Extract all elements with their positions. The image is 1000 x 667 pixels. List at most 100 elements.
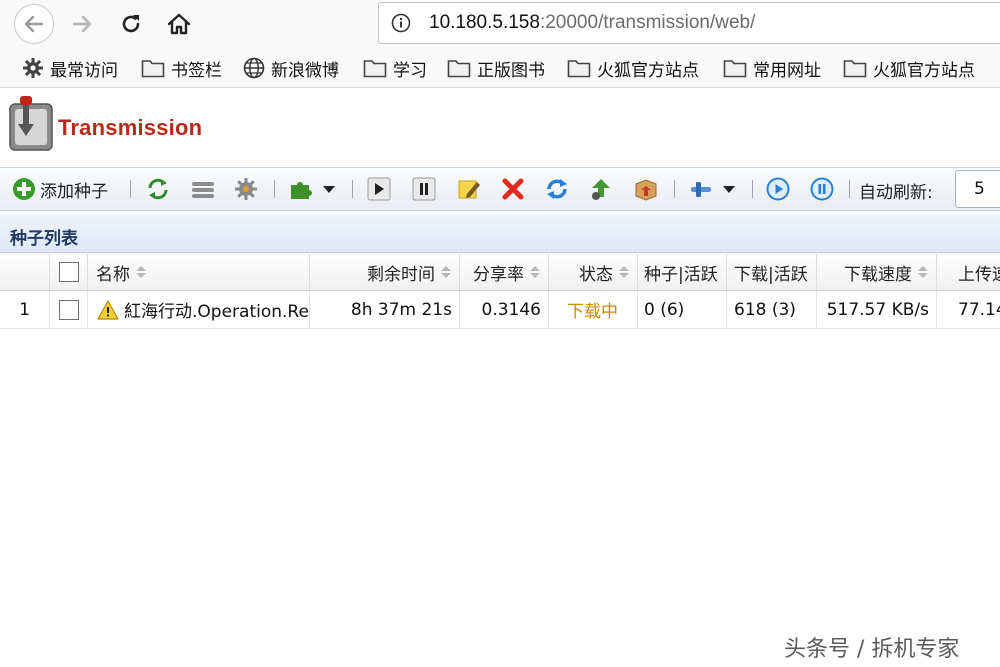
column-select — [50, 254, 88, 290]
bookmark-folder-firefox-sites[interactable]: 火狐官方站点 — [567, 56, 699, 81]
column-header-label: 种子|活跃 — [644, 264, 718, 285]
bookmark-folder-books[interactable]: 正版图书 — [447, 56, 545, 81]
pause-button[interactable] — [412, 177, 436, 201]
torrent-name: 紅海行动.Operation.Red.Sea — [124, 302, 309, 322]
sort-icon — [619, 266, 629, 278]
peers-count: 618 (3) — [727, 291, 817, 328]
column-header-up-speed[interactable]: 上传速 — [937, 254, 1000, 290]
sync-icon — [547, 179, 567, 199]
bookmark-label: 书签栏 — [171, 60, 222, 81]
move-data-button[interactable] — [634, 177, 658, 201]
upload-speed: 77.14 — [958, 299, 1000, 320]
start-all-button[interactable] — [766, 177, 790, 201]
share-ratio: 0.3146 — [460, 291, 549, 328]
puzzle-icon — [291, 182, 312, 199]
verify-button[interactable] — [545, 177, 569, 201]
sort-icon — [918, 266, 928, 278]
torrent-list-header: 种子列表 — [0, 215, 1000, 253]
toolbar-separator — [274, 180, 275, 198]
column-header-status[interactable]: 状态 — [549, 254, 638, 290]
seeds-count: 0 (6) — [638, 291, 727, 328]
column-header-label: 上传速 — [958, 264, 1000, 285]
bookmark-most-visited[interactable]: 最常访问 — [22, 56, 118, 81]
edit-icon — [458, 180, 480, 199]
watermark: 头条号 / 拆机专家 — [784, 637, 960, 662]
pause-icon — [412, 177, 436, 201]
download-speed: 517.57 KB/s — [817, 291, 937, 328]
column-header-peers[interactable]: 下载|活跃 — [727, 254, 817, 290]
column-header-label: 下载|活跃 — [734, 264, 808, 285]
bookmark-folder-study[interactable]: 学习 — [363, 56, 427, 81]
queue-button[interactable] — [190, 177, 216, 201]
bookmark-folder-common-urls[interactable]: 常用网址 — [723, 56, 821, 81]
play-circle-icon — [766, 177, 790, 201]
bookmark-label: 常用网址 — [753, 60, 821, 81]
url-path: :20000/transmission/web/ — [539, 12, 756, 33]
sort-icon — [441, 266, 451, 278]
auto-refresh-label: 自动刷新: — [859, 183, 933, 203]
forward-button[interactable] — [63, 5, 101, 43]
column-header-seeds[interactable]: 种子|活跃 — [638, 254, 727, 290]
table-row[interactable]: 1 紅海行动.Operation.Red.Sea 8h 37m 21s 0.31… — [0, 291, 1000, 329]
column-header-down-speed[interactable]: 下载速度 — [817, 254, 937, 290]
plugins-menu-button[interactable] — [288, 177, 336, 201]
gear-icon — [23, 58, 43, 78]
plus-icon — [13, 178, 35, 200]
info-icon[interactable] — [391, 13, 411, 33]
status-cell: 下载中 — [549, 291, 638, 328]
home-button[interactable] — [160, 5, 198, 43]
torrent-list-title: 种子列表 — [10, 229, 78, 249]
pause-circle-icon — [810, 177, 834, 201]
rename-button[interactable] — [457, 177, 481, 201]
reload-icon — [122, 15, 140, 33]
bookmark-sina-weibo[interactable]: 新浪微博 — [243, 56, 339, 81]
bookmark-label: 最常访问 — [50, 60, 118, 81]
settings-button[interactable] — [234, 177, 258, 201]
play-icon — [367, 177, 391, 201]
arrow-right-icon — [72, 15, 92, 33]
status-text: 下载中 — [567, 302, 618, 322]
bookmarks-bar: 最常访问 书签栏 新浪微博 学习 正版图书 火狐官方站点 常用网址 火狐官方站点 — [0, 48, 1000, 88]
url-host: 10.180.5.158 — [429, 12, 540, 33]
url-text: 10.180.5.158:20000/transmission/web/ — [429, 12, 755, 34]
start-button[interactable] — [367, 177, 391, 201]
pause-all-button[interactable] — [810, 177, 834, 201]
bookmark-label: 火狐官方站点 — [873, 60, 975, 81]
toolbar: 添加种子 自动刷新: 5 — [0, 167, 1000, 211]
folder-icon — [843, 60, 867, 78]
warning-icon — [97, 299, 119, 320]
box-icon — [635, 179, 657, 201]
row-index: 1 — [0, 291, 50, 328]
reload-button[interactable] — [112, 5, 150, 43]
column-header-ratio[interactable]: 分享率 — [460, 254, 549, 290]
url-bar[interactable]: 10.180.5.158:20000/transmission/web/ — [378, 2, 1000, 44]
bookmark-folder-bookmarks-bar[interactable]: 书签栏 — [141, 56, 222, 81]
column-header-remaining[interactable]: 剩余时间 — [310, 254, 460, 290]
select-all-checkbox[interactable] — [58, 262, 79, 282]
bookmark-label: 正版图书 — [477, 60, 545, 81]
remove-button[interactable] — [501, 177, 525, 201]
folder-icon — [141, 60, 165, 78]
column-header-name[interactable]: 名称 — [88, 254, 310, 290]
column-header-label: 剩余时间 — [367, 264, 435, 285]
add-torrent-label: 添加种子 — [40, 181, 108, 202]
folder-icon — [447, 60, 471, 78]
toolbar-separator — [130, 180, 131, 198]
speed-limit-menu-button[interactable] — [688, 177, 736, 201]
bookmark-folder-firefox-sites-2[interactable]: 火狐官方站点 — [843, 56, 975, 81]
column-index — [0, 254, 50, 290]
auto-refresh-input[interactable]: 5 — [955, 170, 1000, 208]
upload-arrow-icon — [592, 179, 610, 200]
chevron-down-icon — [323, 186, 335, 193]
globe-icon — [243, 57, 265, 79]
refresh-button[interactable] — [146, 177, 170, 201]
reannounce-button[interactable] — [589, 177, 613, 201]
row-checkbox[interactable] — [58, 299, 79, 320]
sort-icon — [530, 266, 540, 278]
browser-navbar: 10.180.5.158:20000/transmission/web/ — [0, 0, 1000, 48]
folder-icon — [363, 60, 387, 78]
add-torrent-button[interactable]: 添加种子 — [12, 177, 108, 202]
column-header-label: 状态 — [579, 264, 613, 285]
column-header-label: 下载速度 — [844, 264, 912, 285]
back-button[interactable] — [14, 4, 54, 44]
